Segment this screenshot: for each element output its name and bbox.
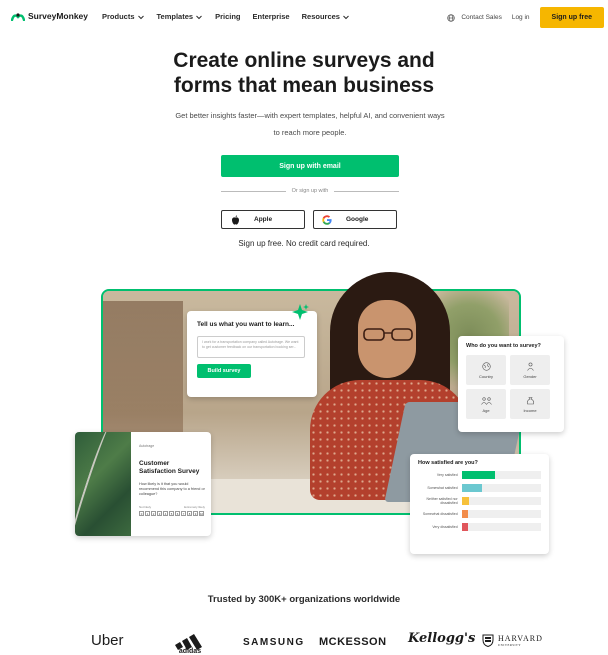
adidas-stripes-icon: adidas [175, 634, 202, 655]
survey-brand: Autotrage [139, 444, 155, 448]
ai-prompt-input[interactable]: I work for a transportation company call… [197, 336, 305, 358]
adidas-logo: adidas [172, 628, 208, 655]
satisfaction-bar-track [461, 522, 541, 531]
satisfaction-bar-track [461, 509, 541, 518]
chevron-down-icon [137, 15, 144, 19]
satisfaction-row: Very dissatisfied [418, 522, 541, 531]
scale-low-label: Not likely [139, 505, 152, 509]
satisfaction-bar-fill [461, 470, 496, 479]
globe-icon[interactable] [447, 13, 456, 22]
survey-preview-card: Autotrage Customer Satisfaction Survey H… [75, 432, 211, 536]
audience-options: Country Gender Age Income [466, 355, 556, 419]
nav-links: Products Templates Pricing Enterprise Re… [102, 12, 350, 21]
contact-sales-link[interactable]: Contact Sales [461, 14, 501, 21]
audience-option-country[interactable]: Country [466, 355, 506, 385]
trusted-heading: Trusted by 300K+ organizations worldwide [207, 594, 401, 605]
sparkle-icon [292, 304, 309, 320]
person-icon [526, 362, 534, 371]
satisfaction-row-label: Neither satisfied nor dissatisfied [426, 496, 458, 505]
audience-card: Who do you want to survey? Country Gende… [458, 336, 564, 432]
satisfaction-bars: Very satisfied Somewhat satisfied Neither … [418, 470, 541, 531]
satisfaction-row: Neither satisfied nor dissatisfied [418, 496, 541, 505]
nav-products[interactable]: Products [102, 12, 145, 21]
nps-option[interactable]: 6 [175, 511, 180, 516]
nps-option[interactable]: 5 [169, 511, 174, 516]
satisfaction-row: Very satisfied [418, 470, 541, 479]
satisfaction-chart-card: How satisfied are you? Very satisfied Som… [410, 454, 549, 554]
adidas-wordmark: adidas [179, 648, 201, 654]
forest-road-image [75, 432, 131, 536]
satisfaction-bar-fill [461, 483, 482, 492]
chevron-down-icon [343, 15, 349, 19]
satisfaction-bar-track [461, 470, 541, 479]
sign-up-free-button[interactable]: Sign up free [539, 7, 604, 28]
no-credit-card-note: Sign up free. No credit card required. [238, 239, 370, 248]
nps-option[interactable]: 7 [181, 511, 186, 516]
ai-prompt-card: Tell us what you want to learn... I work… [187, 311, 317, 397]
nps-option[interactable]: 3 [157, 511, 162, 516]
nps-option[interactable]: 2 [151, 511, 156, 516]
apple-sign-up-button[interactable]: Apple [221, 210, 305, 229]
customer-logos: Uber adidas SAMSUNG MCKESSON Kellogg's H… [0, 628, 608, 655]
or-text: Or sign up with [291, 188, 329, 194]
nps-option[interactable]: 0 [139, 511, 144, 516]
audience-option-income[interactable]: Income [510, 389, 550, 419]
chevron-down-icon [196, 15, 202, 19]
satisfaction-chart-title: How satisfied are you? [418, 460, 478, 466]
nav-pricing[interactable]: Pricing [215, 12, 240, 21]
nps-option[interactable]: 4 [163, 511, 168, 516]
build-survey-button[interactable]: Build survey [197, 364, 251, 378]
log-in-link[interactable]: Log in [512, 14, 530, 21]
google-icon [322, 214, 332, 225]
sign-up-email-button[interactable]: Sign up with email [221, 155, 399, 177]
satisfaction-bar-fill [461, 496, 469, 505]
top-nav: SurveyMonkey Products Templates Pricing … [0, 0, 608, 36]
satisfaction-bar-track [461, 483, 541, 492]
nav-resources[interactable]: Resources [302, 12, 350, 21]
harvard-shield-icon [482, 634, 494, 647]
scale-high-label: Extremely likely [184, 505, 205, 509]
audience-option-age[interactable]: Age [466, 389, 506, 419]
hero-subtitle: Get better insights faster—with expert t… [175, 111, 445, 137]
nps-option[interactable]: 8 [187, 511, 192, 516]
brand-logo[interactable]: SurveyMonkey [11, 11, 88, 21]
nps-option[interactable]: 10 [199, 511, 204, 516]
audience-option-gender[interactable]: Gender [510, 355, 550, 385]
satisfaction-row-label: Somewhat satisfied [427, 485, 458, 490]
nps-option[interactable]: 1 [145, 511, 150, 516]
globe-icon [481, 361, 491, 371]
satisfaction-row: Somewhat dissatisfied [418, 509, 541, 518]
nav-enterprise[interactable]: Enterprise [253, 12, 290, 21]
satisfaction-row-label: Somewhat dissatisfied [422, 511, 458, 516]
survey-question: How likely is it that you would recommen… [139, 482, 205, 496]
nav-templates[interactable]: Templates [157, 12, 204, 21]
satisfaction-row-label: Very dissatisfied [432, 524, 458, 529]
apple-icon [230, 214, 240, 225]
glasses [363, 328, 413, 341]
kelloggs-logo: Kellogg's [408, 631, 476, 646]
satisfaction-bar-track [461, 496, 541, 505]
uber-logo: Uber [91, 632, 124, 649]
money-bag-icon [526, 396, 534, 404]
samsung-logo: SAMSUNG [243, 637, 305, 648]
satisfaction-row: Somewhat satisfied [418, 483, 541, 492]
surveymonkey-logo-icon [11, 12, 25, 21]
satisfaction-bar-fill [461, 509, 469, 518]
satisfaction-bar-fill [461, 522, 469, 531]
hero-title: Create online surveys and forms that mea… [173, 49, 435, 97]
ai-prompt-title: Tell us what you want to learn... [197, 321, 295, 328]
audience-card-title: Who do you want to survey? [466, 343, 541, 349]
people-icon [480, 396, 492, 405]
google-sign-up-button[interactable]: Google [313, 210, 397, 229]
brand-name: SurveyMonkey [28, 11, 88, 21]
satisfaction-row-label: Very satisfied [436, 472, 458, 477]
nav-right: Contact Sales Log in Sign up free [447, 7, 608, 28]
mckesson-logo: MCKESSON [319, 636, 387, 648]
nps-scale: 0 1 2 3 4 5 6 7 8 9 10 [139, 511, 205, 516]
harvard-logo: HARVARD UNIVERSITY [482, 634, 543, 647]
nps-option[interactable]: 9 [193, 511, 198, 516]
or-divider: Or sign up with [221, 188, 399, 194]
survey-title: Customer Satisfaction Survey [139, 460, 200, 475]
